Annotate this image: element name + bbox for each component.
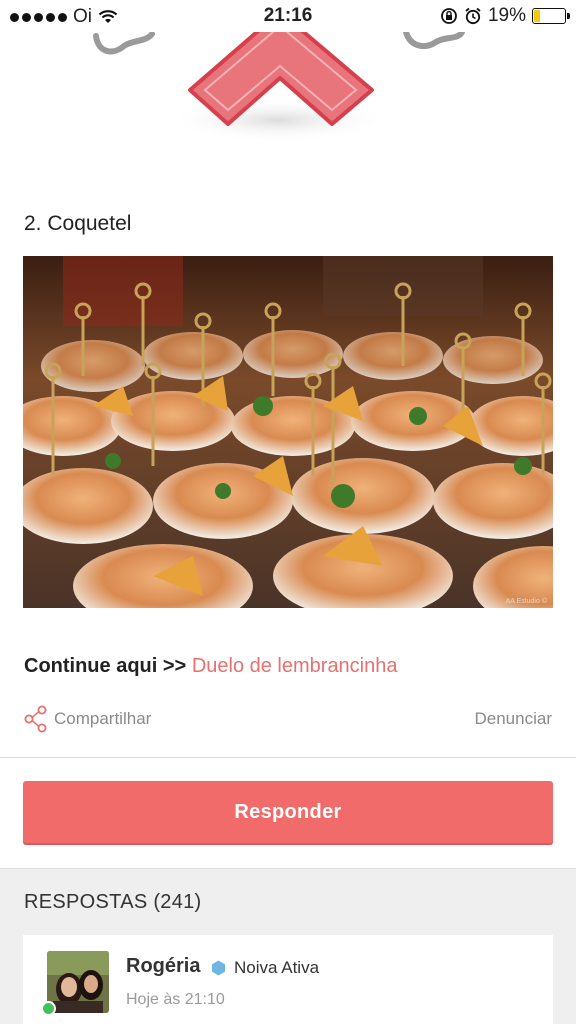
answers-title: RESPOSTAS (241): [24, 891, 202, 913]
photo-credit: AA Estudio ©: [505, 598, 547, 605]
badge-hexagon-icon: [212, 960, 225, 976]
avatar[interactable]: [47, 951, 109, 1013]
alarm-icon: [465, 7, 481, 25]
answer-timestamp: Hoje às 21:10: [126, 991, 225, 1008]
answer-user-name[interactable]: Rogéria: [126, 955, 200, 978]
step-title: 2. Coquetel: [24, 212, 132, 235]
online-status-indicator: [41, 1001, 56, 1016]
report-link[interactable]: Denunciar: [475, 709, 553, 729]
chevron-up-icon: [93, 32, 465, 142]
share-button[interactable]: Compartilhar: [24, 705, 151, 733]
continue-link[interactable]: Duelo de lembrancinha: [192, 655, 398, 677]
user-badge: Noiva Ativa: [211, 958, 319, 978]
divider: [0, 757, 576, 758]
share-icon: [24, 705, 47, 733]
share-label: Compartilhar: [54, 709, 152, 728]
battery-percent: 19%: [487, 5, 526, 26]
battery-level: [534, 10, 540, 22]
battery-icon: [532, 8, 570, 24]
continue-line: Continue aqui >> Duelo de lembrancinha: [24, 655, 398, 678]
answers-section: RESPOSTAS (241) Rogéria Noiva Ativa Hoje…: [0, 868, 576, 1024]
status-right: 19%: [440, 5, 570, 27]
photo-image: [23, 256, 553, 608]
post-actions: Compartilhar Denunciar: [24, 704, 552, 734]
answer-card[interactable]: Rogéria Noiva Ativa Hoje às 21:10: [23, 935, 553, 1024]
cocktail-photo[interactable]: AA Estudio ©: [23, 256, 553, 608]
decorative-header-art: [0, 32, 576, 142]
reply-button[interactable]: Responder: [23, 781, 553, 843]
status-bar: Oi 21:16 19%: [0, 0, 576, 32]
rotation-lock-icon: [441, 8, 457, 24]
badge-label: Noiva Ativa: [234, 958, 320, 977]
continue-label: Continue aqui >>: [24, 655, 187, 677]
